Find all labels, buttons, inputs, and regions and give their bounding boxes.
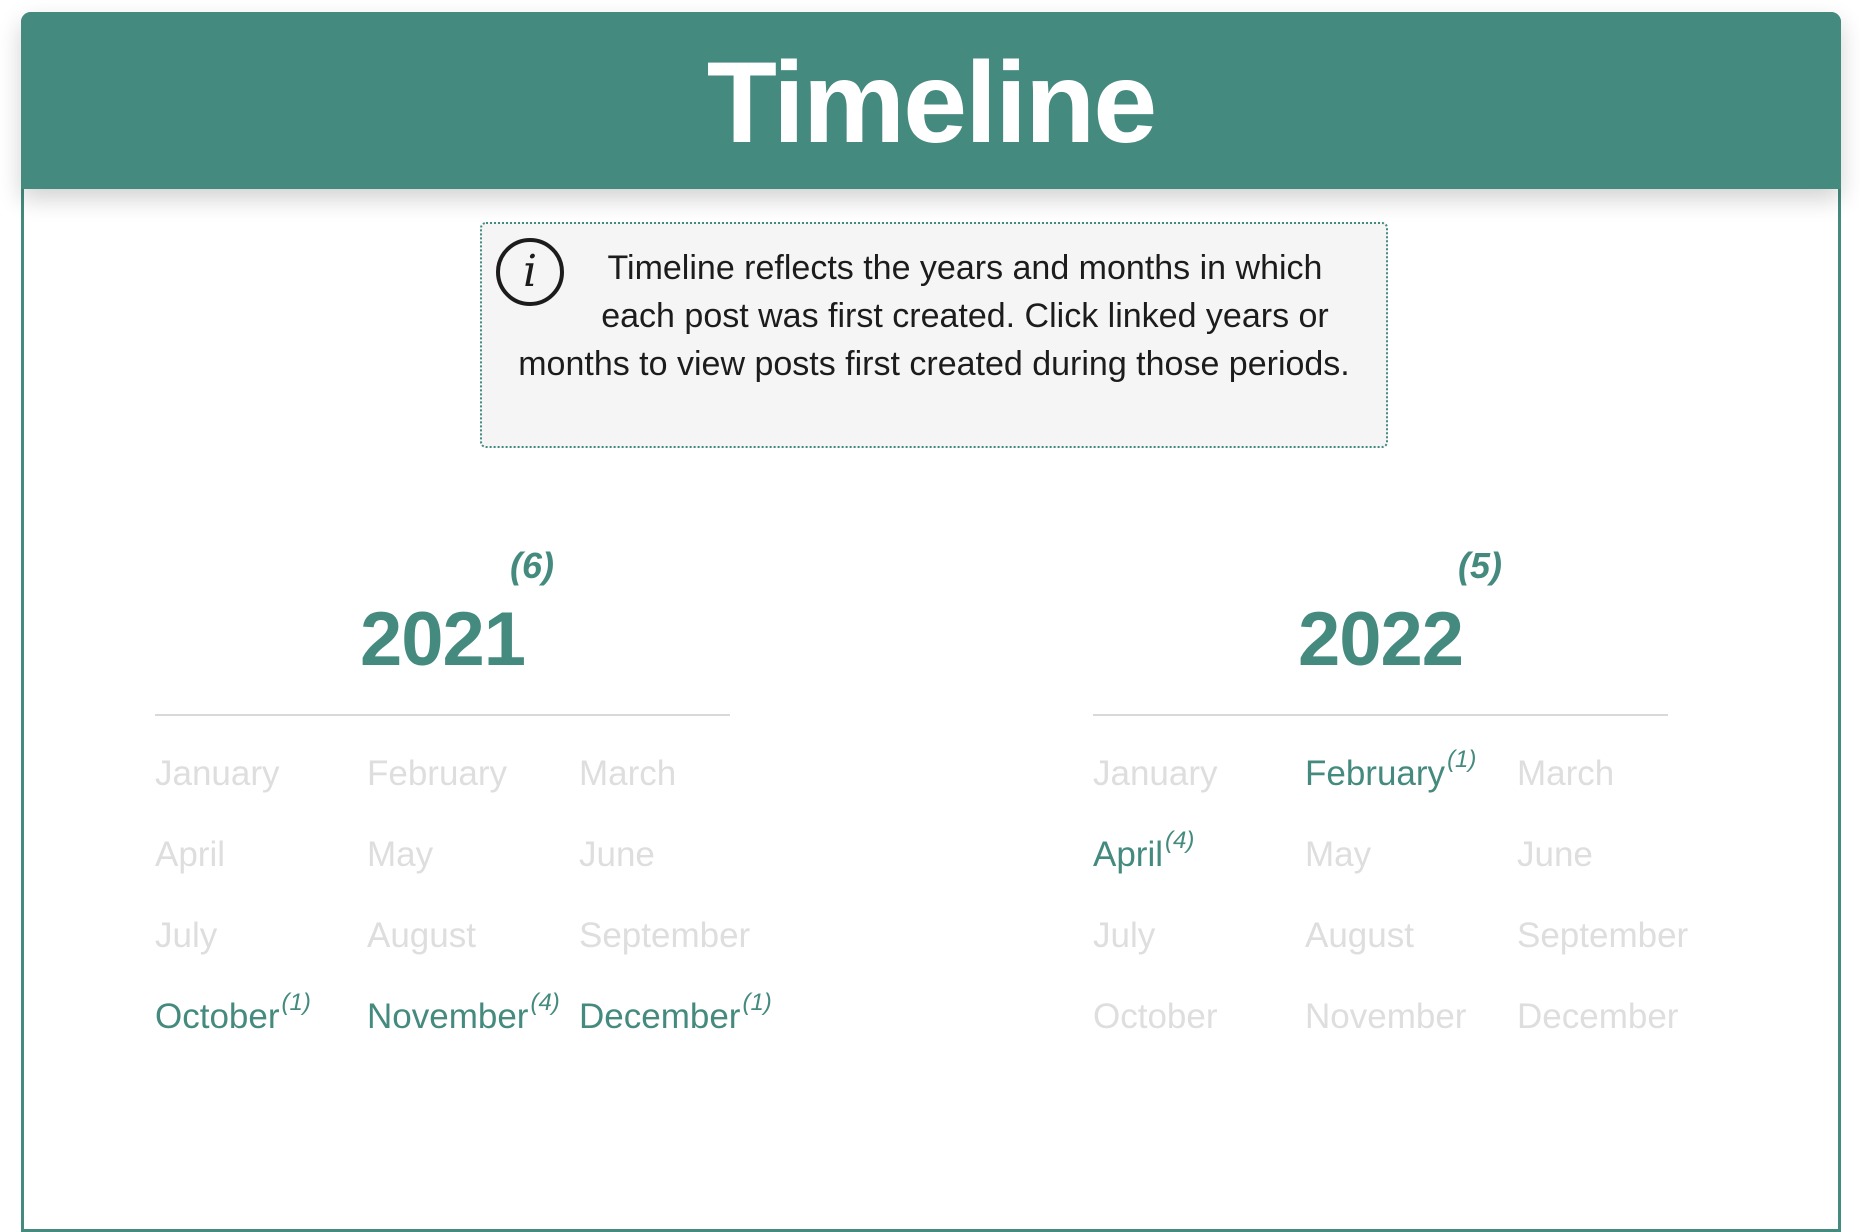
month-post-count: (1) <box>742 989 772 1016</box>
month-label: August <box>367 916 476 955</box>
month-label: May <box>1305 835 1372 874</box>
month-post-count: (1) <box>1447 746 1477 773</box>
month-label: October <box>1093 997 1218 1036</box>
year-header: (6) 2021 <box>155 548 730 716</box>
month-october[interactable]: October(1) <box>155 991 367 1080</box>
month-march: March <box>579 756 791 837</box>
month-post-count: (1) <box>281 989 311 1016</box>
year-link-2022[interactable]: 2022 <box>1093 602 1668 678</box>
month-july: July <box>1093 918 1305 999</box>
month-label: September <box>1517 916 1689 955</box>
info-notice: i Timeline reflects the years and months… <box>480 222 1388 448</box>
month-may: May <box>367 837 579 918</box>
month-july: July <box>155 918 367 999</box>
month-february: February <box>367 756 579 837</box>
month-label: April <box>155 835 226 874</box>
month-grid: January February(1) March April(4) May June Ju… <box>1093 748 1688 1080</box>
month-october: October <box>1093 999 1305 1080</box>
info-text: Timeline reflects the years and months i… <box>518 249 1350 383</box>
month-post-count: (4) <box>1165 827 1195 854</box>
month-march: March <box>1517 756 1729 837</box>
month-may: May <box>1305 837 1517 918</box>
month-label: March <box>579 754 677 793</box>
month-label: August <box>1305 916 1414 955</box>
month-august: August <box>367 918 579 999</box>
month-label: November <box>367 997 529 1036</box>
month-june: June <box>579 837 791 918</box>
month-post-count: (4) <box>530 989 560 1016</box>
month-label: February <box>367 754 508 793</box>
info-icon: i <box>496 238 564 306</box>
month-label: December <box>1517 997 1679 1036</box>
month-november: November <box>1305 999 1517 1080</box>
month-september: September <box>579 918 791 999</box>
year-post-count: (5) <box>1458 545 1502 586</box>
month-february[interactable]: February(1) <box>1305 748 1517 837</box>
month-label: October <box>155 997 280 1036</box>
year-link-2021[interactable]: 2021 <box>155 602 730 678</box>
month-january: January <box>155 756 367 837</box>
year-block-2021: (6) 2021 January February March April May Jun… <box>155 548 772 1080</box>
month-april: April <box>155 837 367 918</box>
month-august: August <box>1305 918 1517 999</box>
month-december: December <box>1517 999 1729 1080</box>
month-label: February <box>1305 754 1446 793</box>
month-label: January <box>1093 754 1218 793</box>
month-label: July <box>1093 916 1156 955</box>
month-april[interactable]: April(4) <box>1093 829 1305 918</box>
year-header: (5) 2022 <box>1093 548 1668 716</box>
month-label: March <box>1517 754 1615 793</box>
month-june: June <box>1517 837 1729 918</box>
month-label: May <box>367 835 434 874</box>
month-label: November <box>1305 997 1467 1036</box>
year-post-count: (6) <box>510 545 554 586</box>
month-grid: January February March April May June July Augu… <box>155 756 772 1080</box>
month-label: January <box>155 754 280 793</box>
page-header: Timeline <box>21 12 1841 189</box>
month-january: January <box>1093 756 1305 837</box>
year-block-2022: (5) 2022 January February(1) March April(4)… <box>1093 548 1688 1080</box>
month-label: April <box>1093 835 1164 874</box>
page-title: Timeline <box>706 39 1157 167</box>
month-label: July <box>155 916 218 955</box>
month-november[interactable]: November(4) <box>367 991 579 1080</box>
month-label: September <box>579 916 751 955</box>
month-label: June <box>1517 835 1593 874</box>
month-label: December <box>579 997 741 1036</box>
month-label: June <box>579 835 655 874</box>
month-september: September <box>1517 918 1729 999</box>
month-december[interactable]: December(1) <box>579 991 791 1080</box>
